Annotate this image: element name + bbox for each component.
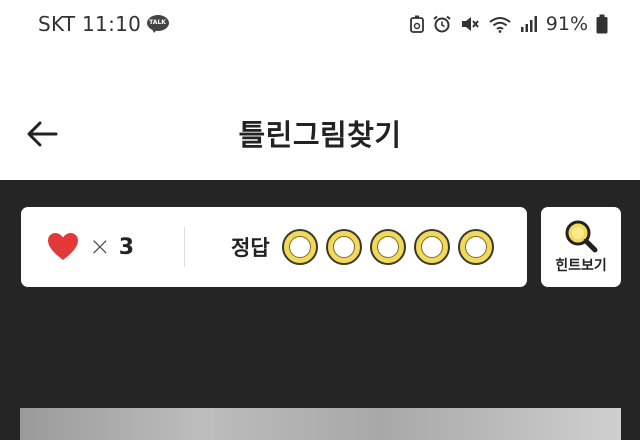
answer-slots — [281, 229, 494, 265]
answer-slot — [413, 229, 450, 265]
answer-label: 정답 — [231, 236, 270, 260]
answer-progress: 정답 — [185, 229, 494, 265]
battery-icon — [596, 14, 608, 34]
answer-slot — [369, 229, 406, 265]
times-sign: × — [89, 232, 111, 262]
answer-slot-ring — [288, 236, 311, 258]
hint-button[interactable]: 힌트보기 — [541, 207, 621, 287]
answer-slot — [325, 229, 362, 265]
heart-icon — [48, 233, 78, 260]
answer-slot — [281, 229, 318, 265]
status-bar: SKT 11:10 TALK 91% — [0, 0, 640, 48]
carrier-time: SKT 11:10 — [38, 12, 142, 36]
status-right: 91% — [409, 13, 608, 35]
answer-slot-ring — [464, 236, 487, 258]
recycle-icon — [409, 15, 424, 33]
wifi-icon — [488, 15, 512, 33]
status-left: SKT 11:10 TALK — [38, 12, 170, 36]
score-panel: × 3 정답 — [21, 207, 527, 287]
game-area: × 3 정답 힌트보기 — [0, 180, 640, 440]
battery-percent: 91% — [545, 13, 588, 35]
answer-slot-ring — [332, 236, 355, 258]
hint-label: 힌트보기 — [555, 258, 607, 274]
alarm-icon — [432, 15, 452, 33]
magnifier-icon — [565, 220, 598, 253]
app-bar: 틀린그림찾기 — [0, 48, 640, 180]
puzzle-image[interactable] — [20, 408, 621, 440]
signal-icon — [520, 15, 538, 33]
lives-indicator: × 3 — [21, 232, 184, 262]
answer-slot-ring — [376, 236, 399, 258]
mute-icon — [460, 15, 480, 33]
page-title: 틀린그림찾기 — [238, 118, 402, 152]
answer-slot-ring — [420, 236, 443, 258]
lives-count: 3 — [118, 234, 135, 260]
talk-badge-text: TALK — [149, 19, 166, 26]
kakaotalk-icon: TALK — [147, 15, 170, 33]
answer-slot — [457, 229, 494, 265]
